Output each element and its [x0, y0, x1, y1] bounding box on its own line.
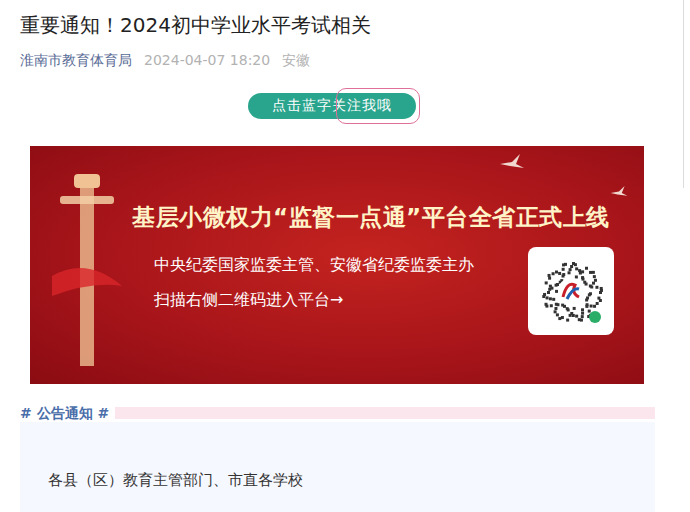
pillar-icon: [52, 156, 122, 366]
banner[interactable]: 基层小微权力“监督一点通”平台全省正式上线中央纪委国家监委主管、安徽省纪委监委主…: [30, 146, 644, 384]
banner-body: 中央纪委国家监委主管、安徽省纪委监委主办扫描右侧二维码进入平台→: [132, 232, 634, 335]
publish-time: 2024-04-07 18:20: [144, 50, 270, 70]
banner-line: 中央纪委国家监委主管、安徽省纪委监委主办: [154, 254, 474, 276]
qr-code[interactable]: [528, 247, 614, 335]
author-link[interactable]: 淮南市教育体育局: [20, 50, 132, 70]
bird-icon: [610, 186, 628, 200]
notice-text: 各县（区）教育主管部门、市直各学校: [48, 468, 627, 492]
side-panel: [683, 0, 690, 188]
section-header: # 公告通知 #: [20, 404, 655, 422]
follow-button[interactable]: 点击蓝字关注我哦: [248, 93, 416, 119]
banner-headline: 基层小微权力“监督一点通”平台全省正式上线: [132, 202, 634, 232]
bird-icon: [500, 154, 524, 174]
article-meta: 淮南市教育体育局 2024-04-07 18:20 安徽: [20, 50, 663, 70]
section-bar: [115, 407, 655, 419]
qr-code-icon: [533, 253, 609, 329]
article-title: 重要通知！2024初中学业水平考试相关: [20, 10, 663, 40]
section-title: # 公告通知 #: [20, 404, 109, 422]
follow-wrap: 点击蓝字关注我哦: [248, 93, 416, 119]
article-column: 重要通知！2024初中学业水平考试相关淮南市教育体育局 2024-04-07 18…: [0, 0, 683, 512]
follow-row: 点击蓝字关注我哦: [0, 70, 683, 119]
notice-panel: 各县（区）教育主管部门、市直各学校: [20, 422, 655, 512]
banner-line: 扫描右侧二维码进入平台→: [154, 289, 474, 311]
article-page: 重要通知！2024初中学业水平考试相关淮南市教育体育局 2024-04-07 18…: [0, 0, 690, 512]
article-header: 重要通知！2024初中学业水平考试相关淮南市教育体育局 2024-04-07 18…: [0, 0, 683, 70]
highlight-frame: [336, 88, 420, 124]
location: 安徽: [282, 50, 310, 70]
banner-lines: 中央纪委国家监委主管、安徽省纪委监委主办扫描右侧二维码进入平台→: [154, 242, 474, 311]
